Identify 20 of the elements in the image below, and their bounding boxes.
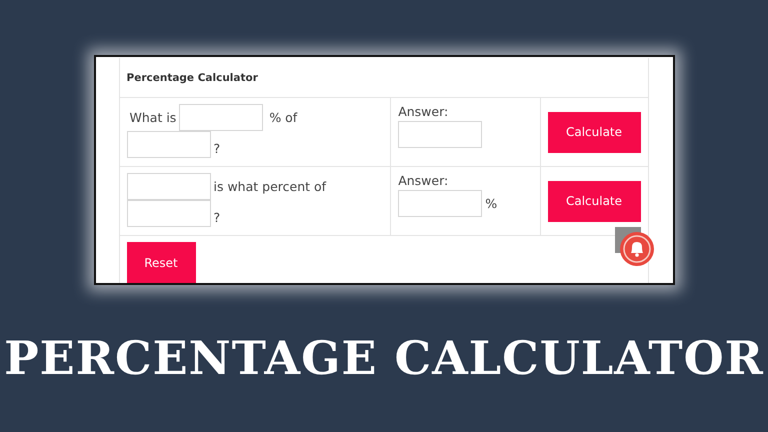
input-field[interactable]	[126, 131, 210, 158]
question-text: % of	[269, 110, 298, 125]
question-text: What is	[130, 110, 176, 125]
input-field[interactable]	[126, 200, 210, 227]
reset-button[interactable]: Reset	[126, 242, 196, 283]
calculate-button[interactable]: Calculate	[548, 112, 640, 152]
input-field[interactable]	[398, 190, 482, 217]
percent-sign: %	[485, 196, 498, 211]
answer-label: Answer:	[398, 104, 450, 119]
question-text: is what percent of	[214, 179, 326, 194]
notification-bell-icon[interactable]	[614, 227, 654, 267]
input-field[interactable]	[398, 121, 482, 148]
input-field[interactable]	[126, 173, 210, 200]
calculate-button[interactable]: Calculate	[548, 180, 640, 222]
input-field[interactable]	[179, 104, 264, 131]
calculator-heading: Percentage Calculator	[126, 72, 258, 84]
answer-label: Answer:	[398, 173, 450, 188]
question-mark: ?	[214, 209, 220, 225]
question-mark: ?	[214, 140, 220, 156]
banner-title: PERCENTAGE CALCULATOR	[4, 331, 764, 385]
